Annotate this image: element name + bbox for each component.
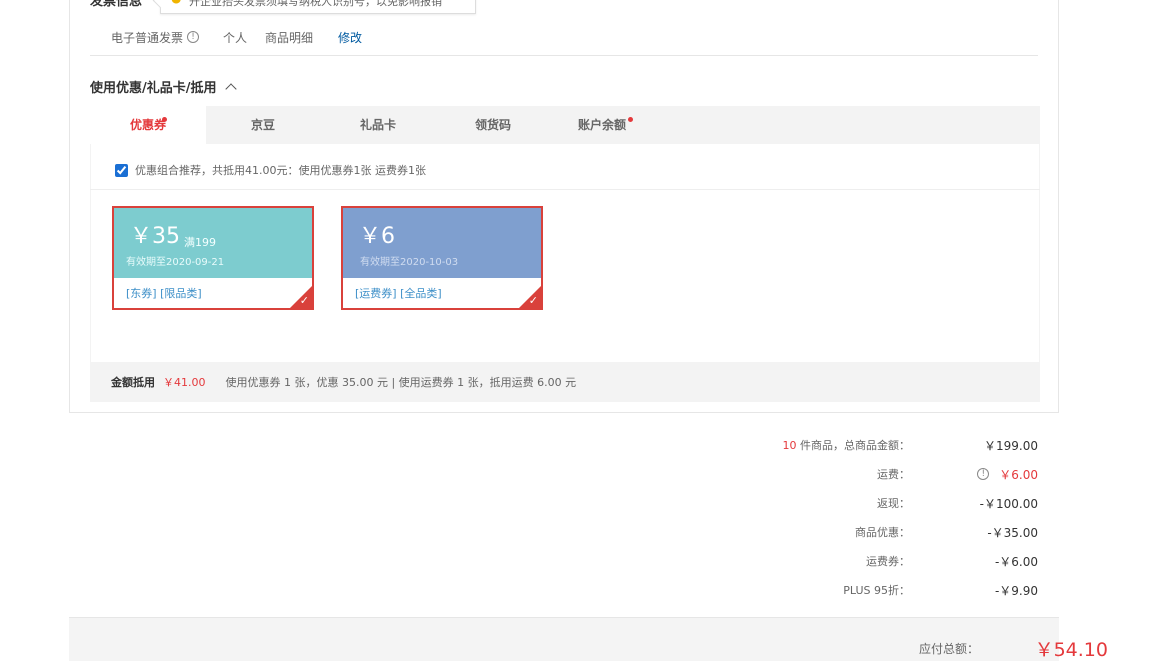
cashback-label: 返现：	[877, 497, 910, 510]
invoice-edit-link[interactable]: 修改	[338, 29, 362, 46]
invoice-tooltip: ● 开企业抬头发票须填写纳税人识别号，以免影响报销	[160, 0, 476, 14]
coupon-header: ￥6 有效期至2020-10-03	[343, 208, 541, 278]
discount-summary-bar: 金额抵用 ￥41.00 使用优惠券 1 张，优惠 35.00 元 | 使用运费券…	[90, 362, 1040, 402]
coupon-expiry: 有效期至2020-10-03	[360, 257, 459, 268]
total-label: 应付总额：	[918, 642, 979, 656]
plus-value: -￥9.90	[994, 583, 1038, 598]
total-bar: 应付总额： ￥54.10	[69, 617, 1108, 661]
discount-section-header[interactable]: 使用优惠/礼品卡/抵用	[90, 77, 237, 96]
invoice-type-label: 电子普通发票	[111, 30, 184, 45]
summary-cashback-row: 返现： -￥100.00	[710, 493, 1038, 513]
invoice-tip-text: 开企业抬头发票须填写纳税人识别号，以免影响报销	[189, 0, 442, 8]
tab-label: 账户余额	[577, 118, 626, 132]
invoice-title-type: 个人	[223, 30, 248, 45]
chevron-up-icon[interactable]	[224, 82, 237, 95]
check-icon: ✓	[299, 294, 309, 307]
coupon-card[interactable]: ￥6 有效期至2020-10-03 [运费券] [全品类] ✓	[341, 206, 543, 310]
shipping-value: ￥6.00	[999, 467, 1038, 482]
notification-dot-icon	[162, 117, 167, 122]
coupon-tags: [东券] [限品类]	[126, 287, 202, 300]
coupon-card[interactable]: ￥35 满199 有效期至2020-09-21 [东券] [限品类] ✓	[112, 206, 314, 310]
tab-account-balance[interactable]: 账户余额	[550, 106, 654, 144]
combo-checkbox[interactable]	[115, 163, 128, 177]
discount-tabs: 优惠券 京豆 礼品卡 领货码 账户余额	[90, 106, 1040, 144]
invoice-section-title: 发票信息	[90, 0, 143, 9]
check-icon: ✓	[528, 294, 538, 307]
invoice-type: 电子普通发票 !	[111, 29, 200, 46]
tab-jingdou[interactable]: 京豆	[206, 106, 320, 144]
tab-coupons[interactable]: 优惠券	[90, 106, 206, 144]
shipping-coupon-value: -￥6.00	[994, 554, 1038, 569]
tab-pickup-code[interactable]: 领货码	[436, 106, 550, 144]
plus-label: PLUS 95折：	[843, 584, 910, 597]
invoice-row: 电子普通发票 ! 个人 商品明细 修改	[111, 28, 362, 46]
discount-summary-amount: ￥41.00	[163, 376, 206, 389]
coupon-amount: ￥6	[359, 224, 395, 249]
discount-summary-label: 金额抵用	[111, 376, 155, 389]
info-icon[interactable]: !	[977, 468, 990, 480]
tab-label: 京豆	[250, 118, 275, 132]
discount-summary-detail: 使用优惠券 1 张，优惠 35.00 元 | 使用运费券 1 张，抵用运费 6.…	[225, 376, 577, 389]
coupon-amount: ￥35	[130, 224, 180, 249]
info-icon[interactable]: !	[187, 31, 200, 43]
shipping-coupon-label: 运费券：	[866, 555, 910, 568]
lightbulb-icon: ●	[171, 0, 181, 5]
combo-text: 优惠组合推荐，共抵用41.00元：使用优惠券1张 运费券1张	[135, 164, 426, 177]
invoice-content: 商品明细	[265, 30, 314, 45]
product-discount-value: -￥35.00	[987, 525, 1038, 540]
items-total: ￥199.00	[984, 438, 1038, 453]
summary-items-row: 10 件商品，总商品金额： ￥199.00	[710, 435, 1039, 455]
total-value: ￥54.10	[1034, 639, 1108, 661]
summary-shipping-coupon-row: 运费券： -￥6.00	[710, 551, 1038, 571]
coupon-expiry: 有效期至2020-09-21	[126, 257, 225, 268]
discount-section-title: 使用优惠/礼品卡/抵用	[90, 81, 217, 96]
combo-recommendation[interactable]: 优惠组合推荐，共抵用41.00元：使用优惠券1张 运费券1张	[115, 162, 426, 178]
notification-dot-icon	[628, 117, 633, 122]
summary-product-discount-row: 商品优惠： -￥35.00	[710, 522, 1038, 542]
items-count: 10	[782, 439, 797, 452]
shipping-value-wrap: ! ￥6.00	[910, 466, 1038, 483]
tab-label: 领货码	[474, 118, 511, 132]
tab-label: 礼品卡	[359, 118, 396, 132]
summary-shipping-row: 运费： ! ￥6.00	[710, 464, 1038, 484]
coupon-condition: 满199	[184, 236, 216, 249]
cashback-value: -￥100.00	[979, 496, 1038, 511]
tab-label: 优惠券	[129, 118, 166, 132]
shipping-label: 运费：	[877, 468, 910, 481]
divider	[90, 55, 1038, 56]
product-discount-label: 商品优惠：	[855, 526, 910, 539]
items-label: 10 件商品，总商品金额：	[710, 437, 911, 453]
summary-plus-row: PLUS 95折： -￥9.90	[710, 580, 1038, 600]
coupon-header: ￥35 满199 有效期至2020-09-21	[114, 208, 312, 278]
coupon-tags: [运费券] [全品类]	[355, 287, 442, 300]
items-label-text: 件商品，总商品金额：	[796, 439, 910, 452]
divider	[90, 189, 1040, 190]
tab-gift-card[interactable]: 礼品卡	[320, 106, 436, 144]
